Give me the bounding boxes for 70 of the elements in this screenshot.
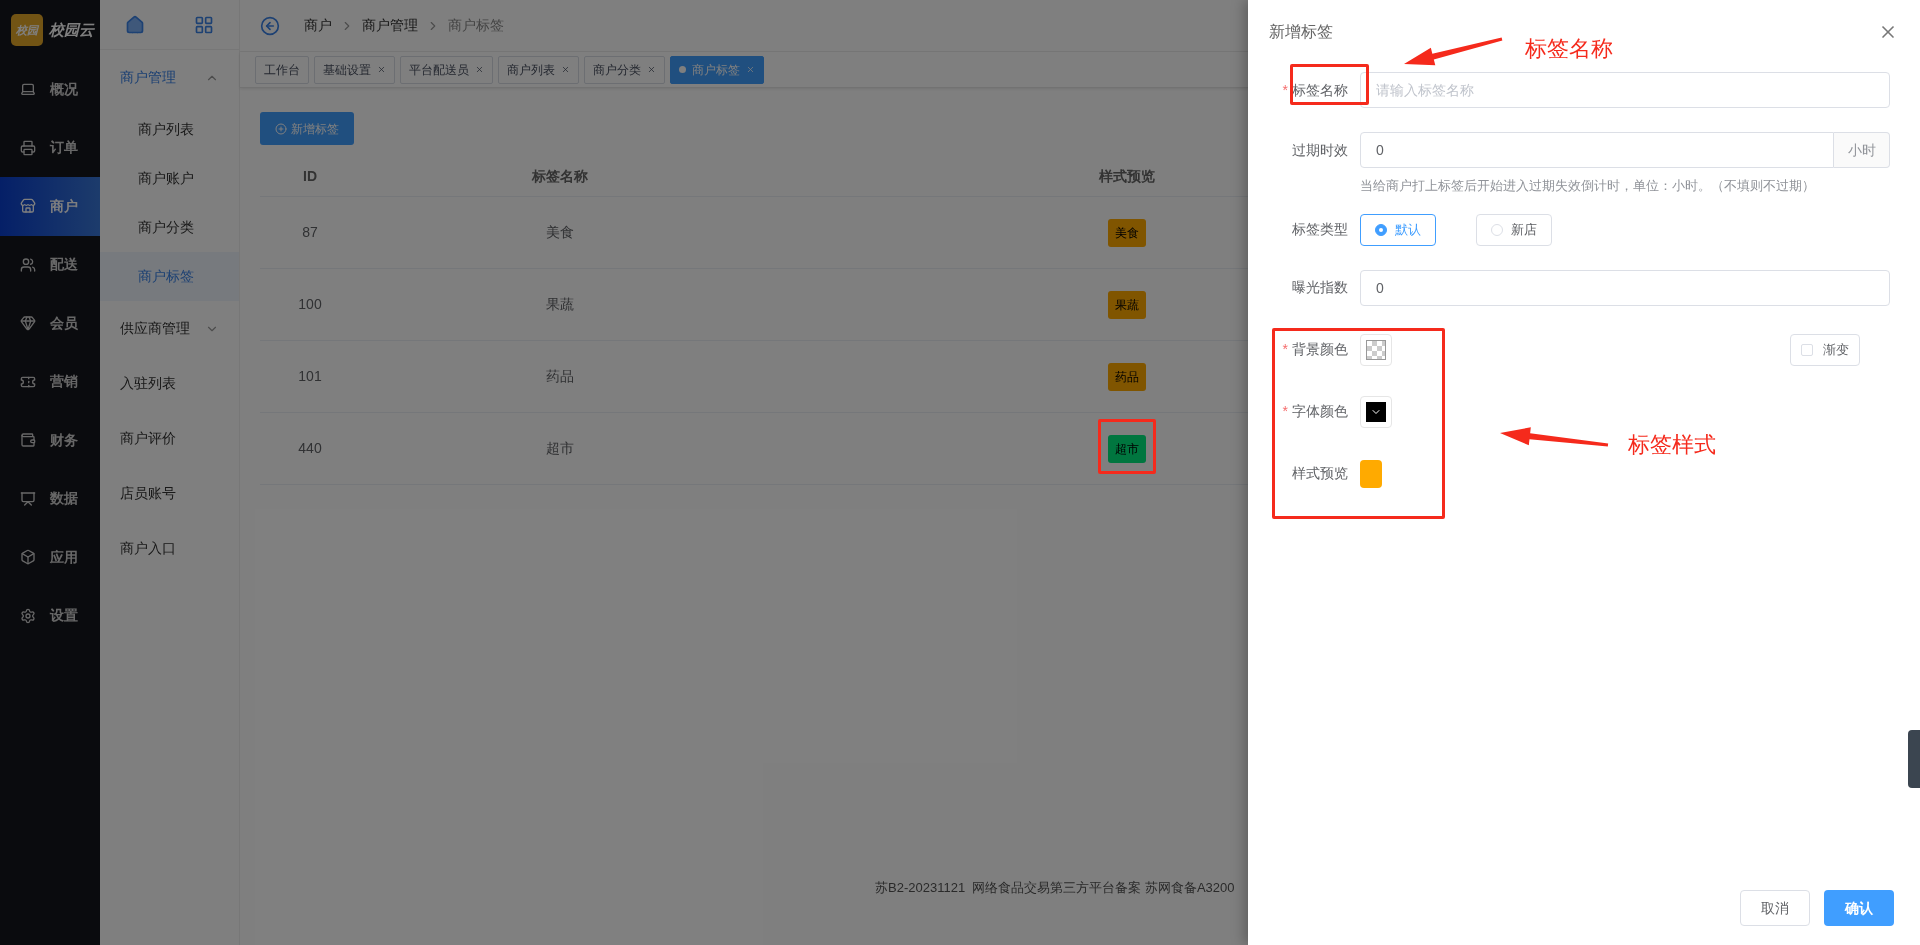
nav-item[interactable]: 订单 [0, 118, 100, 177]
radio-option[interactable]: 新店 [1476, 213, 1552, 246]
menu-group[interactable]: 供应商管理 [100, 301, 239, 356]
logo-text: 校园云 [49, 19, 94, 40]
confirm-button[interactable]: 确认 [1824, 890, 1894, 926]
page-tab[interactable]: 商户列表 [498, 55, 579, 84]
table-cell-text: 440 [297, 439, 323, 458]
field-label: 样式预览 [1292, 464, 1348, 483]
nav-item[interactable]: 营销 [0, 352, 100, 411]
page-tab[interactable]: 基础设置 [314, 55, 395, 84]
text-field[interactable]: 0 [1360, 269, 1890, 306]
nav-item[interactable]: 应用 [0, 528, 100, 587]
tag-chip: 药品 [1108, 362, 1146, 391]
menu-item[interactable]: 商户标签 [100, 252, 239, 301]
menu-item[interactable]: 商户列表 [100, 105, 239, 154]
menu-group[interactable]: 商户管理 [100, 50, 239, 105]
nav-item[interactable]: 财务 [0, 411, 100, 470]
table-cell-text: 100 [297, 295, 323, 314]
callout-text: 标签名称 [1525, 35, 1613, 63]
hours-field[interactable]: 0 [1360, 132, 1834, 168]
nav-item[interactable]: 概况 [0, 60, 100, 119]
breadcrumb-link[interactable]: 商户 [304, 15, 332, 36]
menu-item[interactable]: 商户账户 [100, 154, 239, 203]
table-cell-text: 超市 [545, 439, 575, 458]
field-label: 曝光指数 [1292, 278, 1348, 297]
column-header: 标签名称 [531, 167, 589, 186]
breadcrumb-link[interactable]: 商户管理 [362, 15, 418, 36]
nav-item[interactable]: 设置 [0, 586, 100, 645]
nav-item[interactable]: 商户 [0, 177, 100, 236]
page-tab[interactable]: 商户标签 [670, 55, 764, 84]
add-tag-button[interactable]: 新增标签 [260, 112, 354, 145]
menu-item[interactable]: 商户入口 [100, 521, 239, 576]
menu-item[interactable]: 入驻列表 [100, 356, 239, 411]
table-cell-text: 美食 [545, 223, 575, 242]
breadcrumb-link[interactable]: 商户标签 [448, 15, 504, 36]
gradient-checkbox[interactable]: 渐变 [1790, 333, 1860, 366]
hint-text: 当给商户打上标签后开始进入过期失效倒计时，单位：小时。（不填则不过期） [1360, 177, 1816, 195]
column-header: ID [302, 167, 318, 186]
callout-text: 标签样式 [1628, 431, 1716, 459]
menu-item[interactable]: 店员账号 [100, 466, 239, 521]
drawer-title: 新增标签 [1269, 22, 1333, 42]
tag-chip: 果蔬 [1108, 290, 1146, 319]
required-mark: * [1282, 80, 1288, 100]
page-tab[interactable]: 平台配送员 [400, 55, 493, 84]
text-field[interactable]: 请输入标签名称 [1360, 72, 1890, 108]
tag-chip: 超市 [1108, 434, 1146, 463]
nav-item[interactable]: 数据 [0, 469, 100, 528]
menu-item[interactable]: 商户分类 [100, 203, 239, 252]
required-mark: * [1282, 402, 1288, 421]
required-mark: * [1282, 340, 1288, 359]
footer-text: 苏B2-20231121 网络食品交易第三方平台备案 苏网食备A3200 [875, 880, 1235, 895]
cancel-button[interactable]: 取消 [1740, 890, 1810, 926]
unit-label: 小时 [1834, 132, 1890, 168]
menu-item[interactable]: 商户评价 [100, 411, 239, 466]
page-tab[interactable]: 工作台 [255, 55, 309, 84]
field-label: 标签名称 [1292, 80, 1348, 100]
page-tab[interactable]: 商户分类 [584, 55, 665, 84]
table-cell-text: 果蔬 [545, 295, 575, 314]
nav-item[interactable]: 会员 [0, 294, 100, 353]
table-cell-text: 药品 [545, 367, 575, 386]
field-label: 字体颜色 [1292, 402, 1348, 421]
field-label: 背景颜色 [1292, 340, 1348, 359]
radio-option[interactable]: 默认 [1360, 213, 1436, 246]
table-cell-text: 101 [297, 367, 323, 386]
logo-badge: 校园 [11, 14, 43, 46]
field-label: 过期时效 [1292, 140, 1348, 160]
column-header: 样式预览 [1098, 167, 1156, 186]
tag-chip: 美食 [1108, 218, 1146, 247]
table-cell-text: 87 [301, 223, 319, 242]
field-label: 标签类型 [1292, 220, 1348, 239]
